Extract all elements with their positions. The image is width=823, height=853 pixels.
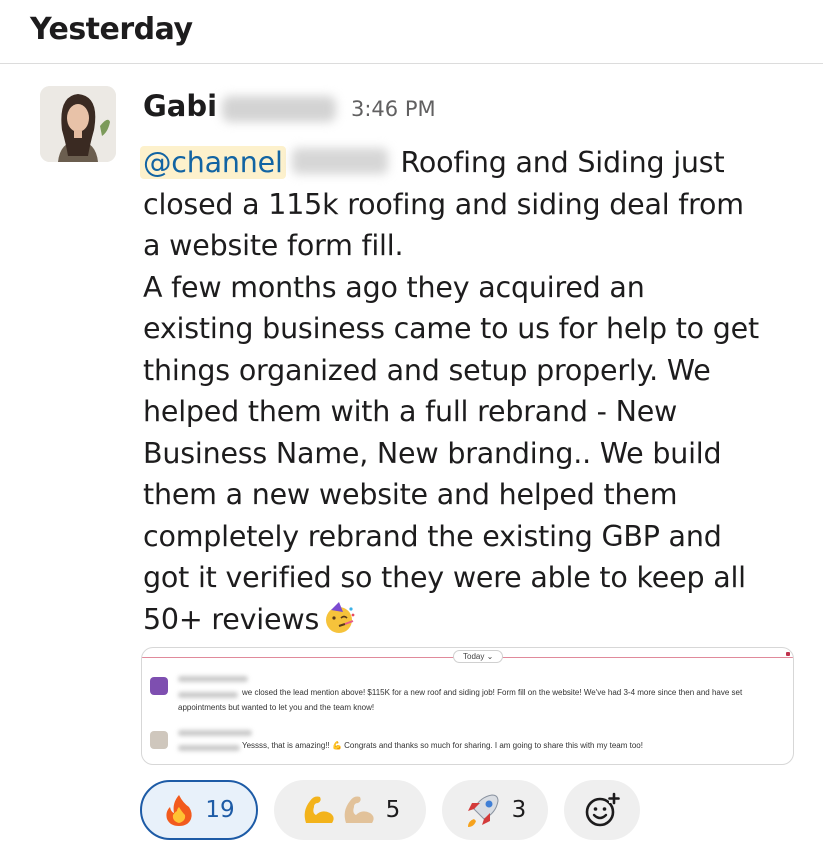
embed-message-text: appointments but wanted to let you and t…: [178, 703, 375, 712]
embed-reply-text: Yessss, that is amazing!! 💪 Congrats and…: [242, 741, 643, 750]
redacted-company-name: [291, 148, 388, 174]
redacted-surname: [222, 96, 336, 122]
embed-redacted-mention: [178, 745, 240, 751]
add-reaction-button[interactable]: [564, 780, 640, 840]
embed-message-text: we closed the lead mention above! $115K …: [242, 688, 743, 697]
reaction-count: 5: [385, 797, 401, 823]
embed-redacted-name: [178, 730, 252, 736]
message-line: existing business came to us for help to…: [143, 312, 759, 345]
day-divider: Yesterday: [0, 0, 823, 64]
message-line: A few months ago they acquired an: [143, 270, 645, 304]
message-line: 50+ reviews: [143, 602, 320, 636]
fire-emoji: [166, 795, 193, 826]
embed-avatar: [150, 677, 168, 695]
reaction-rocket[interactable]: 3: [442, 780, 548, 840]
message-line: closed a 115k roofing and siding deal fr…: [143, 187, 744, 221]
reaction-fire[interactable]: 19: [140, 780, 258, 840]
avatar[interactable]: [40, 86, 116, 162]
reaction-count: 3: [511, 797, 527, 823]
message-line: a website form fill.: [143, 229, 404, 262]
reaction-count: 19: [205, 797, 235, 823]
message-line: got it verified so they were able to kee…: [143, 561, 746, 594]
reaction-flexed-biceps[interactable]: 5: [274, 780, 426, 840]
message-line: Roofing and Siding just: [391, 146, 725, 179]
add-reaction-icon: [585, 792, 620, 827]
message-line: them a new website and helped them: [143, 478, 678, 511]
sender-name[interactable]: Gabi: [143, 89, 217, 123]
message-line: Business Name, New branding.. We build: [143, 436, 722, 470]
partying-face-emoji: [323, 601, 357, 647]
rocket-emoji: [467, 794, 499, 827]
message-line: helped them with a full rebrand - New: [143, 395, 678, 428]
flexed-biceps-emoji: [344, 796, 374, 823]
channel-mention[interactable]: @channel: [140, 146, 286, 179]
message-line: completely rebrand the existing GBP and: [143, 519, 722, 553]
embed-redacted-name: [178, 676, 248, 682]
embed-avatar: [150, 731, 168, 749]
embed-redacted-mention: [178, 692, 238, 698]
message-line: things organized and setup properly. We: [143, 353, 711, 387]
day-divider-label[interactable]: Yesterday: [30, 12, 193, 47]
embed-today-pill: Today ⌄: [453, 650, 504, 663]
flexed-biceps-emoji: [304, 796, 334, 823]
embedded-screenshot: Today ⌄ we closed the lead mention above…: [141, 647, 794, 765]
message-timestamp[interactable]: 3:46 PM: [351, 97, 436, 121]
avatar-photo-icon: [40, 86, 116, 162]
embed-edge-marker: [786, 652, 790, 656]
message-body: @channel Roofing and Siding just closed …: [140, 142, 813, 640]
